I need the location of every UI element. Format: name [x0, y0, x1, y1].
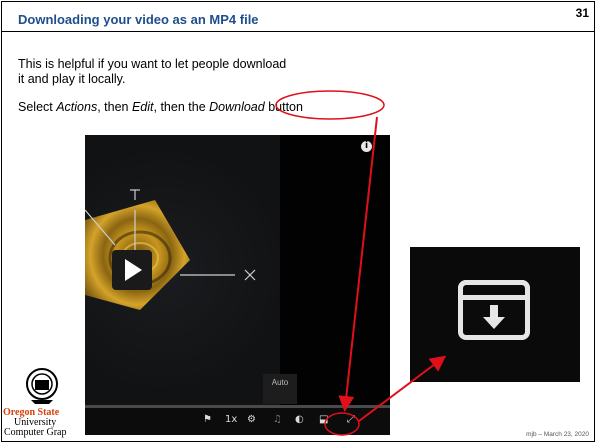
annotation-overlay — [275, 90, 447, 436]
